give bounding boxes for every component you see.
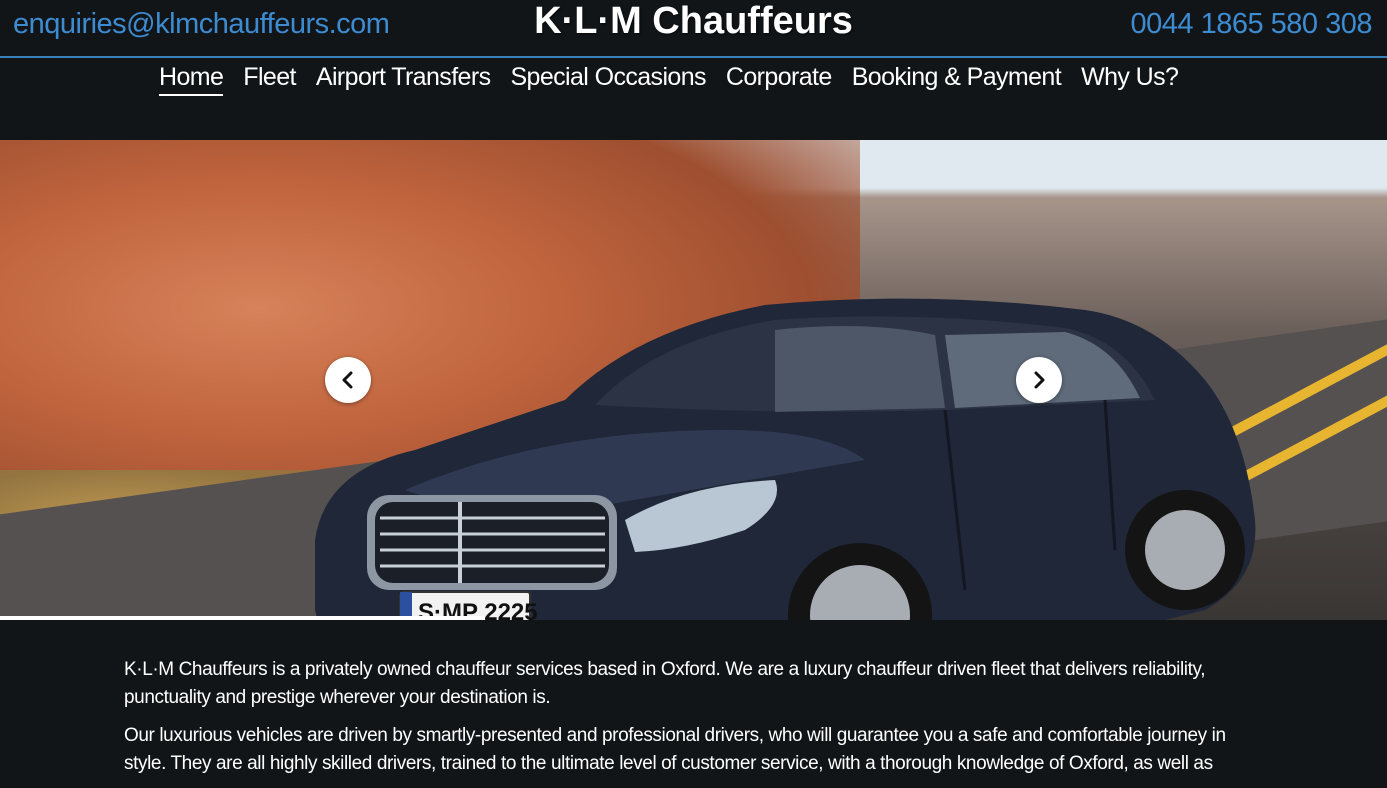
slider-prev-button[interactable] <box>325 357 371 403</box>
intro-paragraph: K·L·M Chauffeurs is a privately owned ch… <box>124 659 1206 708</box>
main-nav: Home Fleet Airport Transfers Special Occ… <box>0 60 1387 140</box>
nav-item-why-us[interactable]: Why Us? <box>1081 63 1179 94</box>
nav-item-airport-transfers[interactable]: Airport Transfers <box>316 63 491 94</box>
chevron-left-icon <box>342 371 353 389</box>
phone-link[interactable]: 0044 1865 580 308 <box>1131 8 1373 41</box>
hero-car-image: S·MP 2225 <box>315 298 1256 620</box>
top-bar: enquiries@klmchauffeurs.com K·L·M Chauff… <box>0 0 1387 58</box>
nav-item-booking-payment[interactable]: Booking & Payment <box>852 63 1062 94</box>
nav-item-home[interactable]: Home <box>159 63 224 96</box>
nav-item-corporate[interactable]: Corporate <box>726 63 832 94</box>
hero-slider: S·MP 2225 <box>0 140 1387 620</box>
intro-paragraph: Our luxurious vehicles are driven by sma… <box>124 725 1226 774</box>
slider-progress-bar <box>0 616 1387 620</box>
nav-item-special-occasions[interactable]: Special Occasions <box>510 63 706 94</box>
slider-progress-fill <box>0 616 486 620</box>
intro-content: K·L·M Chauffeurs is a privately owned ch… <box>124 656 1264 788</box>
nav-item-fleet[interactable]: Fleet <box>243 63 296 94</box>
chevron-right-icon <box>1034 371 1045 389</box>
slider-next-button[interactable] <box>1016 357 1062 403</box>
